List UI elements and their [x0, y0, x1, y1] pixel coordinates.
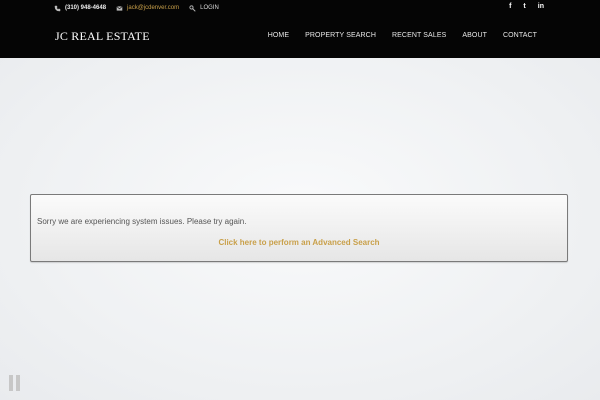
nav-property-search[interactable]: PROPERTY SEARCH [305, 32, 376, 39]
main-nav: HOME PROPERTY SEARCH RECENT SALES ABOUT … [268, 32, 537, 39]
phone-number: (310) 948-4648 [65, 5, 107, 11]
twitter-icon[interactable]: t [523, 2, 525, 12]
login-item[interactable]: LOGIN [189, 4, 219, 12]
pause-bar-left [9, 375, 13, 391]
login-link: LOGIN [200, 5, 219, 11]
envelope-icon [116, 5, 123, 11]
phone-item[interactable]: (310) 948-4648 [54, 5, 106, 12]
contact-bar: (310) 948-4648 jack@jcdenver.com LOGIN [54, 3, 219, 13]
advanced-search-link[interactable]: Click here to perform an Advanced Search [31, 238, 567, 247]
nav-home[interactable]: HOME [268, 32, 289, 39]
facebook-icon[interactable]: f [509, 2, 511, 12]
pause-bar-right [16, 375, 20, 391]
phone-icon [54, 5, 61, 11]
site-logo[interactable]: JC REAL ESTATE [55, 29, 150, 44]
error-message: Sorry we are experiencing system issues.… [37, 217, 247, 226]
email-item[interactable]: jack@jcdenver.com [116, 5, 179, 12]
error-notice: Sorry we are experiencing system issues.… [30, 194, 568, 262]
nav-contact[interactable]: CONTACT [503, 32, 537, 39]
email-link: jack@jcdenver.com [127, 5, 180, 11]
nav-about[interactable]: ABOUT [462, 32, 487, 39]
top-header: (310) 948-4648 jack@jcdenver.com LOGIN f… [0, 0, 600, 58]
pause-icon[interactable] [9, 375, 20, 391]
social-links: f t in [509, 2, 544, 12]
key-icon [189, 4, 196, 12]
linkedin-icon[interactable]: in [538, 2, 544, 12]
nav-recent-sales[interactable]: RECENT SALES [392, 32, 446, 39]
